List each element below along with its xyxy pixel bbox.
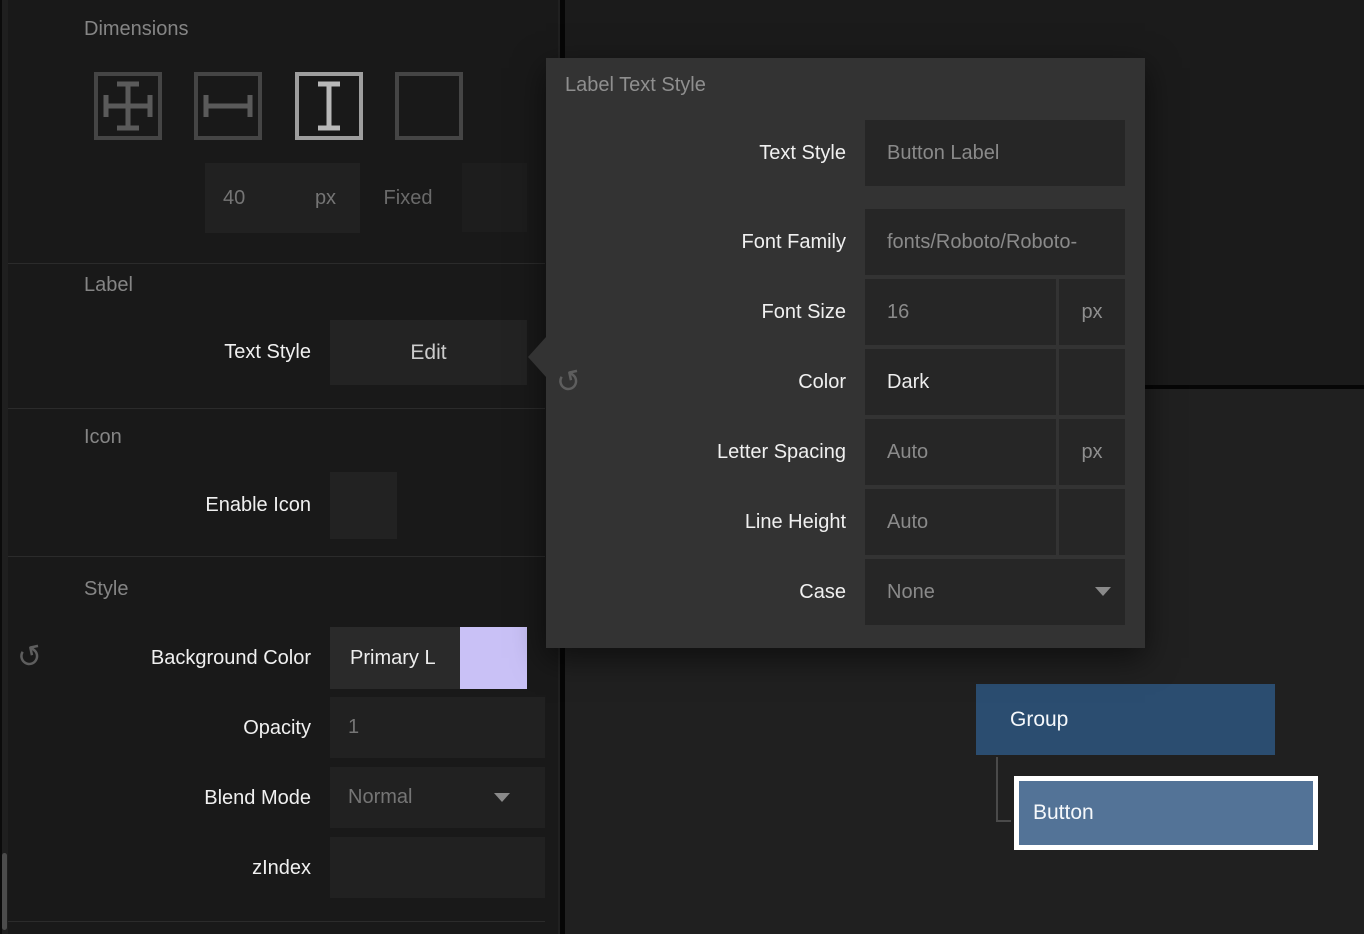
zindex-input[interactable] [330,837,545,898]
field-label: Line Height [566,489,846,555]
resize-height-icon[interactable] [295,72,363,140]
app-window: Group Button Dimensions [0,0,1364,934]
background-color-swatch[interactable] [460,627,527,689]
font-family-input[interactable]: fonts/Roboto/Roboto- [865,209,1125,275]
font-size-unit-box[interactable]: px [1059,279,1125,345]
background-color-label: Background Color [8,627,311,689]
style-section-header: Style [84,578,128,606]
text-style-label: Text Style [8,320,311,385]
text-style-input[interactable]: Button Label [865,120,1125,186]
input-value: Button Label [865,120,1125,186]
case-select[interactable]: None [865,559,1125,625]
font-size-input[interactable]: 16 [865,279,1056,345]
section-divider [8,921,545,922]
line-height-row: Line Height Auto [546,489,1145,555]
line-height-input[interactable]: Auto [865,489,1056,555]
properties-panel: Dimensions [0,0,558,934]
enable-icon-checkbox[interactable] [330,472,397,539]
font-size-row: Font Size 16 px [546,279,1145,345]
popover-title: Label Text Style [565,74,706,97]
case-row: Case None [546,559,1145,625]
blend-mode-select[interactable]: Normal [330,767,545,828]
text-style-row: Text Style Button Label [546,120,1145,186]
input-value: Auto [865,419,1056,485]
input-value: 16 [865,279,1056,345]
layer-tree-connector [996,820,1011,822]
panel-scrollbar-thumb[interactable] [2,853,7,930]
dropdown-caret-icon [1095,587,1111,596]
line-height-unit-box[interactable] [1059,489,1125,555]
section-divider [8,408,545,409]
input-value: None [865,559,1125,625]
field-label: Font Size [566,279,846,345]
letter-spacing-unit-box[interactable]: px [1059,419,1125,485]
section-divider [8,556,545,557]
label-section-header: Label [84,274,133,302]
button-layer-item-selected[interactable]: Button [1014,776,1318,850]
height-unit-box[interactable]: px [291,163,360,233]
dimensions-section-header: Dimensions [84,18,188,46]
field-label: Font Family [566,209,846,275]
letter-spacing-input[interactable]: Auto [865,419,1056,485]
opacity-label: Opacity [8,697,311,759]
edit-text-style-button[interactable]: Edit [330,320,527,385]
icon-section-header: Icon [84,426,122,454]
font-family-row: Font Family fonts/Roboto/Roboto- [546,209,1145,275]
button-layer-label: Button [1019,781,1313,845]
dropdown-caret-icon [494,793,510,802]
field-label: Text Style [566,120,846,186]
unit-label: px [1059,279,1125,345]
resize-none-icon[interactable] [395,72,463,140]
input-value: Auto [865,489,1056,555]
label-text-style-popover: Label Text Style ↺ Text Style Button Lab… [546,58,1145,648]
letter-spacing-row: Letter Spacing Auto px [546,419,1145,485]
resize-both-icon[interactable] [94,72,162,140]
group-layer-label: Group [976,684,1275,755]
color-unit-box[interactable] [1059,349,1125,415]
opacity-input[interactable]: 1 [330,697,545,758]
background-color-value-button[interactable]: Primary L [330,627,480,689]
fixed-label: Fixed [368,163,448,233]
popover-tail [528,337,546,377]
enable-icon-label: Enable Icon [8,472,311,539]
fixed-checkbox[interactable] [462,163,527,232]
button-layer-fill: Button [1019,781,1313,845]
zindex-label: zIndex [8,837,311,899]
field-label: Color [566,349,846,415]
group-layer-item[interactable]: Group [976,684,1275,755]
color-input[interactable]: Dark [865,349,1056,415]
blend-mode-label: Blend Mode [8,767,311,829]
color-row: Color Dark [546,349,1145,415]
unit-label: px [1059,419,1125,485]
input-value: Dark [865,349,1056,415]
input-value: fonts/Roboto/Roboto- [865,209,1125,275]
field-label: Case [566,559,846,625]
resize-width-icon[interactable] [194,72,262,140]
field-label: Letter Spacing [566,419,846,485]
layer-tree-connector [996,757,998,822]
section-divider [8,263,545,264]
